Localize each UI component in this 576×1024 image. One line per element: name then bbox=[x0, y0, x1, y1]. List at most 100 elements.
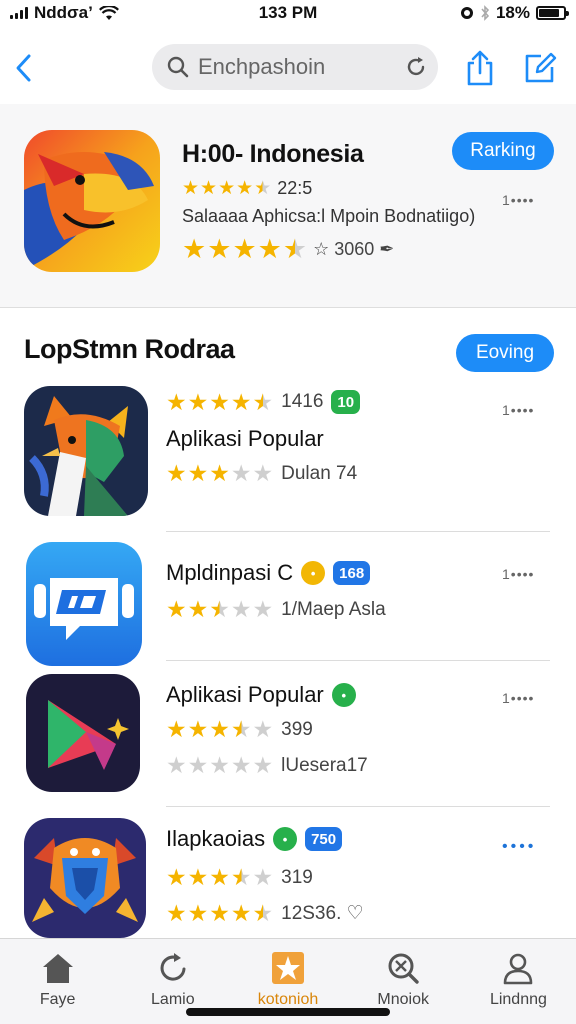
star-half-icon: ★ bbox=[252, 900, 274, 926]
compose-icon bbox=[525, 52, 557, 83]
back-icon bbox=[16, 54, 31, 82]
app-name-label: Aplikasi Popular bbox=[166, 682, 324, 707]
app-icon[interactable] bbox=[26, 542, 142, 666]
tab-home[interactable]: Faye bbox=[0, 939, 115, 1024]
status-right: 18% bbox=[460, 3, 569, 23]
more-options-button[interactable]: 1•••• bbox=[502, 192, 534, 208]
rating-stars: ★ ★ ★ ★ ★ bbox=[166, 718, 273, 741]
section-title: LopStmn Rodraa bbox=[24, 334, 235, 364]
app-badge: 168 bbox=[333, 561, 371, 585]
rating-count: 399 bbox=[281, 718, 313, 740]
featured-app-icon[interactable] bbox=[24, 130, 160, 272]
star-full-icon: ★ bbox=[209, 460, 230, 486]
refresh-icon[interactable] bbox=[404, 55, 428, 79]
featured-rating: ★ ★ ★ ★ ★ 22:5 bbox=[182, 178, 312, 199]
star-empty-icon: ★ bbox=[209, 752, 230, 778]
app-subline: ★ ★ ★ ★ ★ lUesera17 bbox=[166, 754, 368, 777]
star-full-icon: ★ bbox=[207, 234, 232, 264]
app-icon[interactable] bbox=[24, 386, 148, 516]
share-icon bbox=[467, 50, 493, 86]
star-full-icon: ★ bbox=[209, 900, 230, 926]
star-full-icon: ★ bbox=[200, 178, 218, 199]
star-half-icon: ★ bbox=[209, 596, 230, 622]
star-half-icon: ★ bbox=[230, 864, 252, 890]
star-empty-icon: ★ bbox=[252, 460, 274, 486]
battery-fill bbox=[539, 9, 559, 17]
star-half-icon: ★ bbox=[230, 716, 252, 742]
back-button[interactable] bbox=[8, 48, 38, 88]
home-indicator[interactable] bbox=[186, 1008, 390, 1016]
tab-label: Lindnng bbox=[489, 991, 547, 1008]
app-name[interactable]: Aplikasi Popular bbox=[166, 426, 324, 452]
tab-profile[interactable]: Lindnng bbox=[461, 939, 576, 1024]
star-full-icon: ★ bbox=[166, 388, 187, 415]
more-options-button[interactable]: •••• bbox=[502, 838, 536, 856]
compose-button[interactable] bbox=[520, 46, 560, 90]
rating-stars: ★ ★ ★ ★ ★ bbox=[182, 236, 307, 263]
rating-stars: ★ ★ ★ ★ ★ bbox=[182, 179, 271, 198]
app-sub-text: lUesera17 bbox=[281, 754, 368, 776]
section-action-button[interactable]: Eoving bbox=[456, 334, 554, 372]
alarm-icon bbox=[460, 7, 473, 19]
star-full-icon: ★ bbox=[166, 716, 187, 742]
more-options-button[interactable]: 1•••• bbox=[502, 402, 534, 418]
app-name[interactable]: Mpldinpasi C • 168 bbox=[166, 560, 371, 586]
star-full-icon: ★ bbox=[257, 234, 282, 264]
star-full-icon: ★ bbox=[236, 178, 254, 199]
star-full-icon: ★ bbox=[230, 900, 252, 926]
app-name[interactable]: Ilapkaoias • 750 bbox=[166, 826, 343, 852]
nav-bar bbox=[0, 40, 576, 96]
star-full-icon: ★ bbox=[187, 864, 209, 890]
row-divider bbox=[166, 531, 550, 532]
app-subline: ★ ★ ★ ★ ★ 12S36. ♡ bbox=[166, 902, 364, 925]
app-sub-text: 1/Maep Asla bbox=[281, 598, 386, 620]
star-empty-icon: ★ bbox=[230, 752, 252, 778]
status-bar: Nddσa’ 133 PM 18% bbox=[0, 0, 576, 26]
featured-app-title[interactable]: H:00- Indonesia bbox=[182, 140, 364, 169]
share-button[interactable] bbox=[462, 46, 498, 90]
search-icon bbox=[388, 953, 419, 984]
app-name[interactable]: Aplikasi Popular • bbox=[166, 682, 356, 708]
star-empty-icon: ★ bbox=[166, 752, 187, 778]
arrow-logo-icon bbox=[26, 674, 140, 792]
featured-app-card[interactable]: H:00- Indonesia Rarking ★ ★ ★ ★ ★ 22:5 1••••… bbox=[0, 104, 576, 308]
rating-stars: ★ ★ ★ ★ ★ bbox=[166, 866, 273, 889]
more-options-button[interactable]: 1•••• bbox=[502, 690, 534, 706]
app-icon[interactable] bbox=[26, 674, 140, 792]
app-sub-text: Dulan 74 bbox=[281, 462, 358, 484]
more-options-button[interactable]: 1•••• bbox=[502, 566, 534, 582]
app-subline: ★ ★ ★ ★ ★ 1/Maep Asla bbox=[166, 598, 386, 621]
app-name-label: Ilapkaoias bbox=[166, 826, 266, 851]
featured-ranking-button[interactable]: Rarking bbox=[452, 132, 554, 170]
coin-icon: • bbox=[301, 561, 326, 585]
app-icon[interactable] bbox=[24, 818, 146, 938]
rating-value: 22:5 bbox=[277, 178, 313, 198]
app-name-label: Mpldinpasi C bbox=[166, 560, 294, 585]
star-full-icon: ★ bbox=[218, 178, 236, 199]
row-divider bbox=[166, 660, 550, 661]
tab-label: Mnoiok bbox=[377, 991, 429, 1008]
star-full-icon: ★ bbox=[166, 460, 187, 486]
wifi-icon bbox=[98, 5, 119, 20]
star-box-icon bbox=[272, 952, 304, 984]
bluetooth-icon bbox=[481, 5, 490, 21]
app-badge: 10 bbox=[331, 390, 361, 414]
star-empty-icon: ★ bbox=[252, 864, 274, 890]
star-full-icon: ★ bbox=[187, 596, 209, 622]
app-rating-line: ★ ★ ★ ★ ★ 319 bbox=[166, 866, 313, 889]
rating-stars: ★ ★ ★ ★ ★ bbox=[166, 598, 273, 621]
tab-label: Faye bbox=[39, 991, 76, 1008]
star-full-icon: ★ bbox=[166, 596, 187, 622]
search-icon bbox=[167, 56, 189, 78]
search-bar[interactable] bbox=[152, 44, 438, 90]
app-rating-line: ★ ★ ★ ★ ★ 399 bbox=[166, 718, 313, 741]
rating-count: ☆ 3060 ✒ bbox=[313, 239, 395, 259]
star-full-icon: ★ bbox=[209, 864, 230, 890]
refresh-icon bbox=[160, 953, 186, 981]
featured-secondary-rating: ★ ★ ★ ★ ★ ☆ 3060 ✒ bbox=[182, 236, 394, 263]
star-half-icon: ★ bbox=[254, 178, 272, 199]
dragon-shield-icon bbox=[24, 818, 146, 938]
star-full-icon: ★ bbox=[230, 388, 252, 415]
search-input[interactable] bbox=[198, 54, 398, 80]
fox-icon bbox=[24, 386, 148, 516]
